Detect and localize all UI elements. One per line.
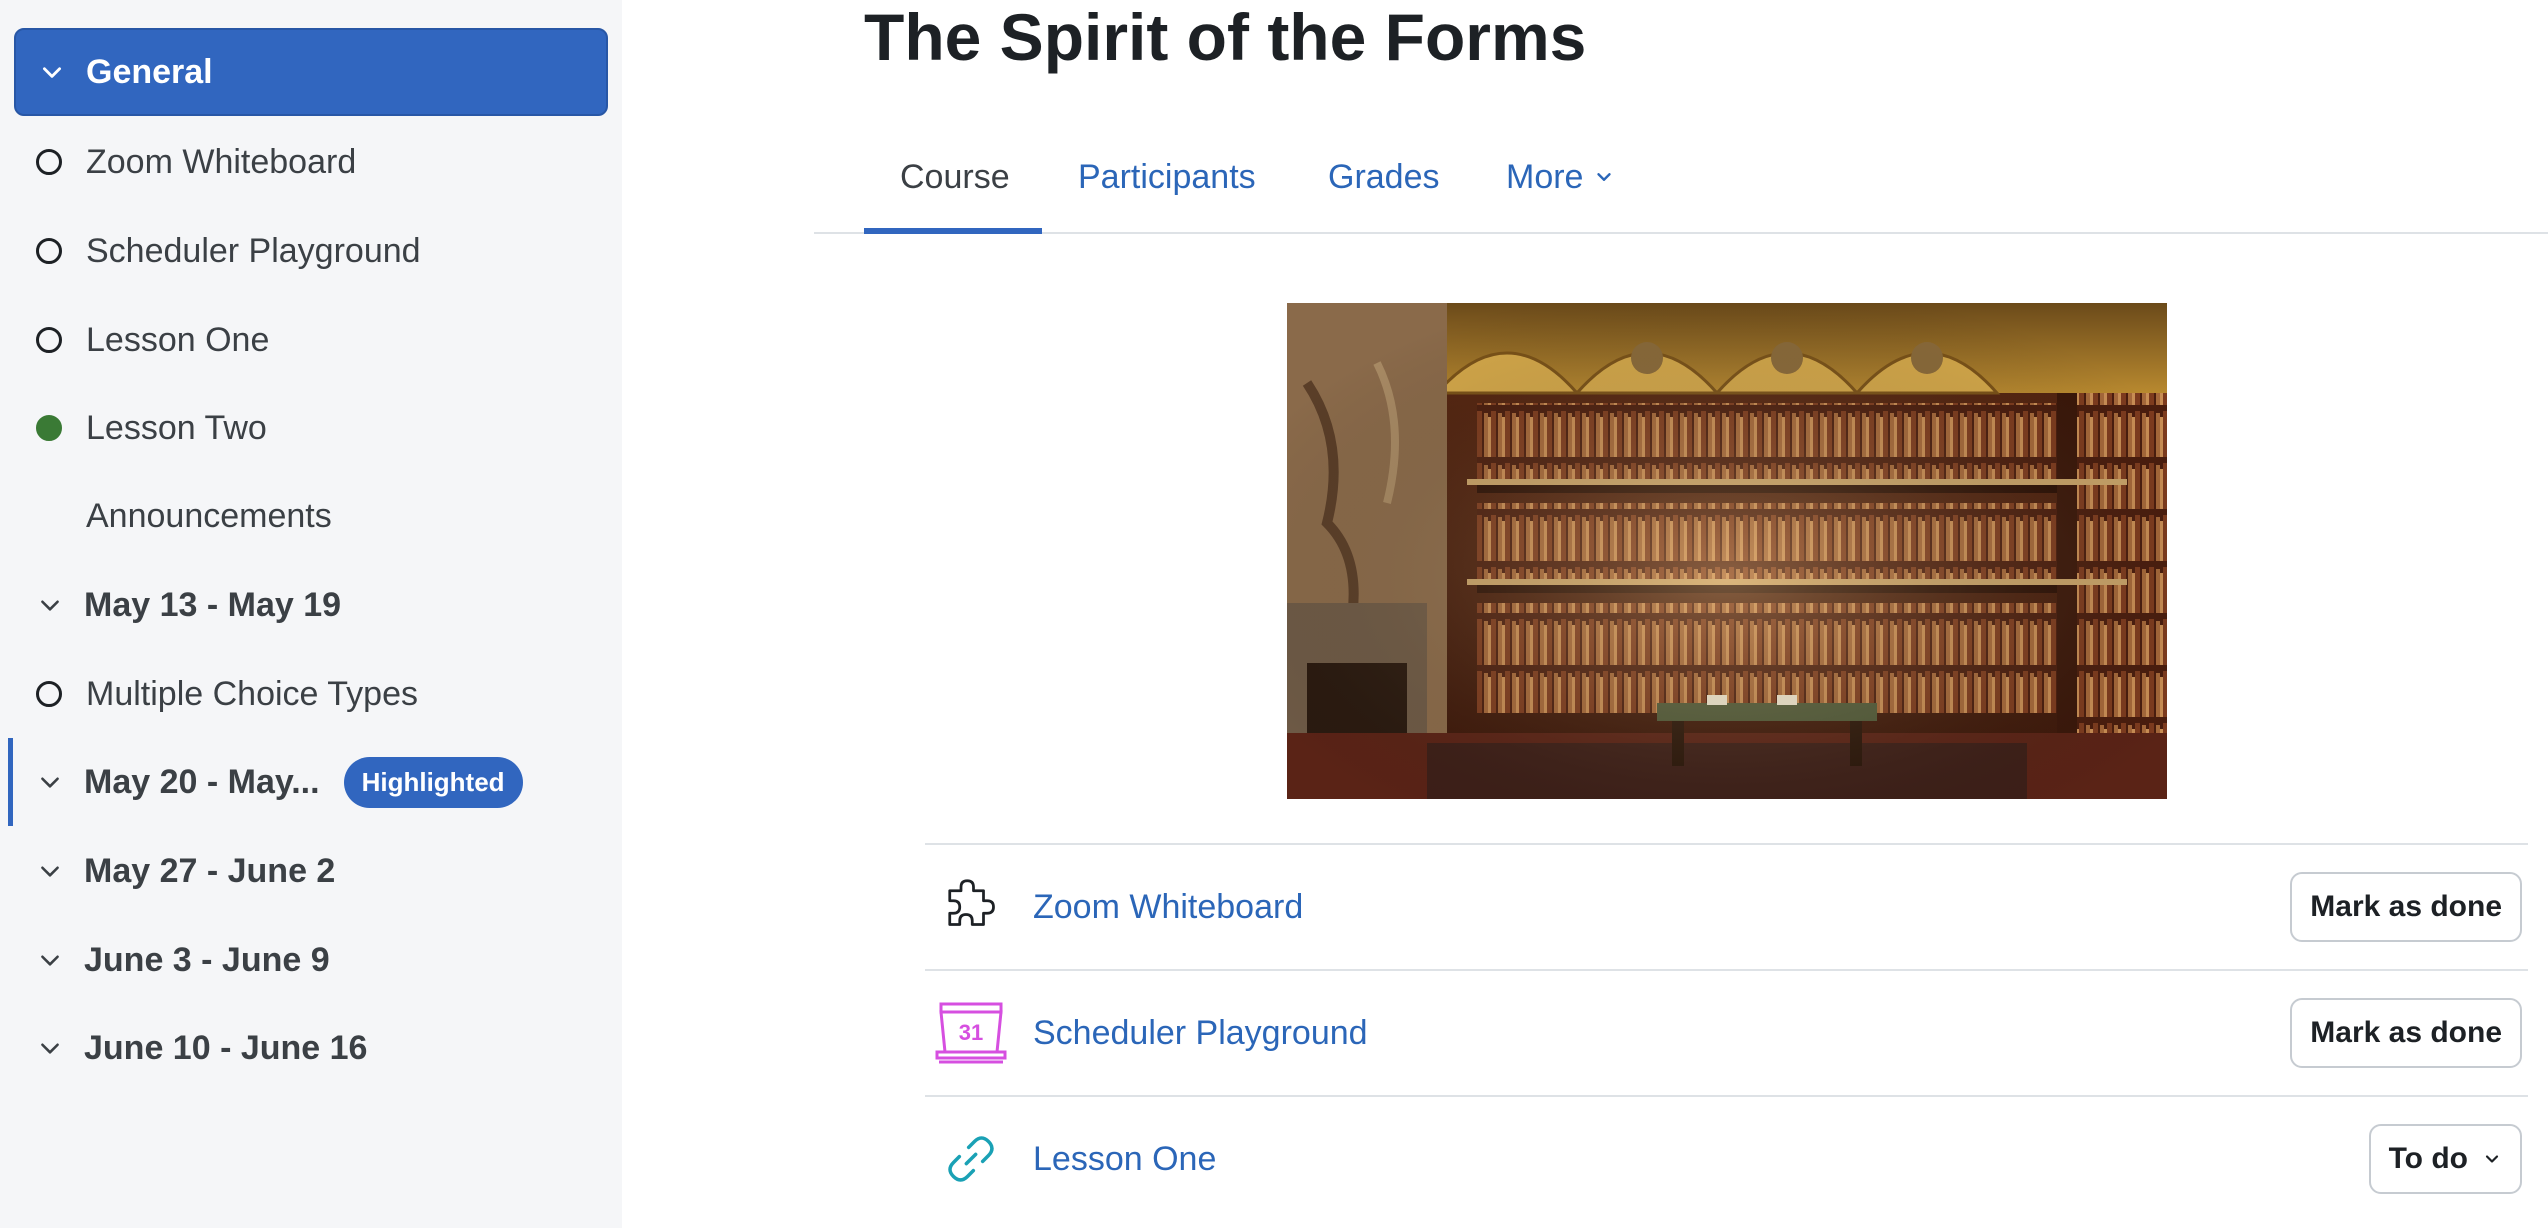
tab-more[interactable]: More (1506, 120, 1615, 234)
chevron-down-icon (2482, 1149, 2502, 1169)
index-item-label[interactable]: Announcements (86, 497, 332, 536)
section-may-13[interactable]: May 13 - May 19 (14, 561, 608, 649)
section-title: May 27 - June 2 (84, 851, 336, 890)
to-do-dropdown[interactable]: To do (2368, 1124, 2522, 1194)
index-item-label[interactable]: Lesson Two (86, 409, 267, 448)
section-title: June 3 - June 9 (84, 940, 330, 979)
incomplete-circle-icon (36, 327, 62, 353)
activity-link[interactable]: Scheduler Playground (1033, 1014, 1368, 1053)
chevron-down-icon (1593, 166, 1615, 188)
chevron-down-icon[interactable] (32, 942, 68, 978)
section-title: General (86, 52, 213, 91)
tab-participants[interactable]: Participants (1078, 120, 1256, 234)
calendar-icon: 31 (933, 995, 1009, 1071)
chevron-down-icon[interactable] (32, 587, 68, 623)
section-may-20[interactable]: May 20 - May... Highlighted (14, 738, 608, 826)
index-item-scheduler-playground[interactable]: Scheduler Playground (14, 207, 608, 295)
section-may-27[interactable]: May 27 - June 2 (14, 827, 608, 915)
tab-grades[interactable]: Grades (1328, 120, 1440, 234)
activity-zoom-whiteboard: Zoom Whiteboard Mark as done (925, 843, 2528, 969)
to-do-label: To do (2388, 1142, 2468, 1175)
status-placeholder (36, 503, 62, 529)
index-item-lesson-two[interactable]: Lesson Two (14, 384, 608, 472)
activity-lesson-one: Lesson One To do (925, 1095, 2528, 1221)
index-item-label[interactable]: Multiple Choice Types (86, 675, 418, 714)
incomplete-circle-icon (36, 681, 62, 707)
puzzle-icon (933, 869, 1009, 945)
tab-course[interactable]: Course (900, 120, 1010, 234)
section-june-3[interactable]: June 3 - June 9 (14, 916, 608, 1004)
activity-list: Zoom Whiteboard Mark as done 31 Schedule… (925, 843, 2528, 1221)
highlighted-badge: Highlighted (343, 756, 523, 808)
section-general[interactable]: General (14, 28, 608, 116)
index-item-label[interactable]: Zoom Whiteboard (86, 143, 356, 182)
activity-link[interactable]: Lesson One (1033, 1140, 1216, 1179)
incomplete-circle-icon (36, 238, 62, 264)
active-tab-indicator (864, 228, 1042, 234)
tab-more-label: More (1506, 157, 1584, 196)
index-item-label[interactable]: Lesson One (86, 321, 269, 360)
chevron-down-icon[interactable] (32, 853, 68, 889)
mark-as-done-button[interactable]: Mark as done (2290, 872, 2522, 942)
section-title: June 10 - June 16 (84, 1028, 368, 1067)
section-june-10[interactable]: June 10 - June 16 (14, 1004, 608, 1092)
page-title: The Spirit of the Forms (864, 0, 1587, 74)
chevron-down-icon[interactable] (32, 764, 68, 800)
activity-link[interactable]: Zoom Whiteboard (1033, 888, 1303, 927)
current-section-marker (8, 738, 13, 826)
link-icon (933, 1121, 1009, 1197)
index-item-lesson-one[interactable]: Lesson One (14, 296, 608, 384)
secondary-navigation: Course Participants Grades More (814, 120, 2548, 234)
index-item-announcements[interactable]: Announcements (14, 472, 608, 560)
chevron-down-icon[interactable] (32, 1030, 68, 1066)
complete-dot-icon (36, 415, 62, 441)
calendar-icon-text: 31 (959, 1020, 983, 1045)
section-title: May 20 - May... (84, 762, 320, 801)
incomplete-circle-icon (36, 149, 62, 175)
mark-as-done-button[interactable]: Mark as done (2290, 998, 2522, 1068)
index-item-multiple-choice-types[interactable]: Multiple Choice Types (14, 650, 608, 738)
chevron-down-icon[interactable] (34, 54, 70, 90)
course-banner-image (1287, 303, 2167, 799)
index-item-zoom-whiteboard[interactable]: Zoom Whiteboard (14, 118, 608, 206)
activity-scheduler-playground: 31 Scheduler Playground Mark as done (925, 969, 2528, 1095)
section-title: May 13 - May 19 (84, 585, 342, 624)
index-item-label[interactable]: Scheduler Playground (86, 232, 421, 271)
course-index-drawer: General Zoom Whiteboard Scheduler Playgr… (0, 0, 622, 1228)
